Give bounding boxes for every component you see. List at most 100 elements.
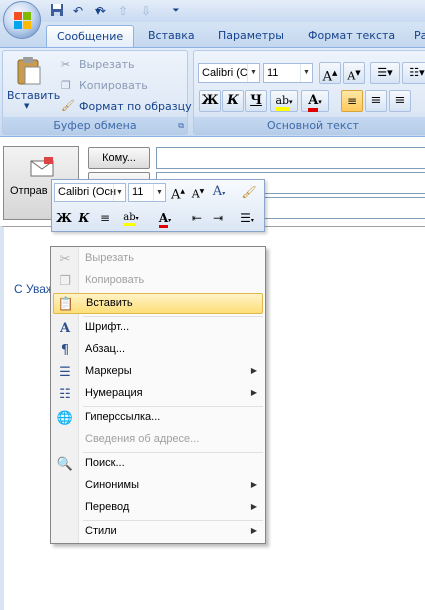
menu-item-font[interactable]: A Шрифт... — [53, 318, 263, 339]
format-painter-label: Формат по образцу — [79, 100, 192, 113]
tab-message[interactable]: Сообщение — [46, 25, 135, 47]
menu-item-numbering[interactable]: ☷ Нумерация ▶ — [53, 384, 263, 405]
mini-decrease-indent-button[interactable]: ⇤ — [188, 209, 206, 227]
mini-shrink-font-button[interactable]: A▼ — [189, 183, 207, 201]
office-button[interactable] — [3, 1, 41, 39]
tab-options[interactable]: Параметры — [208, 25, 294, 47]
basic-text-group-label: Основной текст — [194, 117, 425, 134]
menu-separator — [83, 520, 263, 521]
to-button[interactable]: Кому... — [88, 147, 150, 169]
clipboard-group-label: Буфер обмена ⧉ — [3, 117, 187, 134]
mini-center-button[interactable]: ≡ — [96, 209, 114, 227]
bullets-icon: ☰ — [59, 365, 71, 380]
dialog-launcher-icon[interactable]: ⧉ — [178, 117, 184, 134]
mini-toolbar: Calibri (Осн ▼ 11 ▼ A▲ A▼ A▾ 🖌 Ж К ≡ ab▾… — [51, 179, 265, 232]
font-size-combo[interactable]: 11 ▼ — [263, 63, 313, 83]
font-color-button[interactable]: A▾ — [301, 90, 329, 112]
mini-styles-button[interactable]: A▾ — [210, 183, 228, 201]
signature-text: С Уваж — [14, 282, 54, 296]
envelope-icon — [30, 157, 54, 177]
paste-dropdown-icon: ▼ — [24, 102, 30, 110]
chevron-down-icon: ▼ — [247, 64, 259, 82]
menu-item-hyperlink[interactable]: 🌐 Гиперссылка... — [53, 408, 263, 429]
submenu-arrow-icon: ▶ — [250, 502, 257, 511]
align-center-button[interactable]: ≡ — [365, 90, 387, 112]
chevron-down-icon: ▼ — [153, 184, 165, 201]
align-left-button[interactable]: ≡ — [341, 90, 363, 112]
redo-icon[interactable]: ↷ — [93, 3, 109, 19]
shrink-font-button[interactable]: A▼ — [343, 62, 365, 84]
tab-format-text[interactable]: Формат текста — [298, 25, 405, 47]
customize-toolbar-icon[interactable]: ⏷ — [168, 3, 184, 19]
bullets-button[interactable]: ☰▾ — [370, 62, 400, 84]
mini-bold-button[interactable]: Ж — [55, 209, 73, 227]
align-right-button[interactable]: ≡ — [389, 90, 411, 112]
highlight-button[interactable]: ab▾ — [270, 90, 298, 112]
menu-item-synonyms[interactable]: Синонимы ▶ — [53, 476, 263, 497]
to-field[interactable] — [156, 147, 425, 169]
highlighter-icon: ab — [123, 212, 136, 226]
submenu-arrow-icon: ▶ — [250, 388, 257, 397]
menu-item-cut: ✂ Вырезать — [53, 249, 263, 270]
menu-item-paste[interactable]: 📋 Вставить — [53, 293, 263, 314]
mini-italic-button[interactable]: К — [75, 209, 93, 227]
numbering-icon: ☷ — [59, 387, 71, 402]
menu-item-research[interactable]: 🔍 Поиск... — [53, 454, 263, 475]
clipboard-group: Вставить ▼ ✂ Вырезать ❐ Копировать 🖌 Фор… — [2, 50, 192, 135]
format-painter-button[interactable]: 🖌 Формат по образцу — [61, 98, 192, 116]
submenu-arrow-icon: ▶ — [250, 480, 257, 489]
scissors-icon: ✂ — [59, 252, 71, 267]
context-menu: ✂ Вырезать ❐ Копировать 📋 Вставить A Шри… — [50, 246, 266, 544]
menu-separator — [83, 316, 263, 317]
chevron-down-icon: ▼ — [113, 184, 125, 201]
tab-insert[interactable]: Вставка — [138, 25, 205, 47]
mini-highlight-button[interactable]: ab▾ — [118, 209, 144, 227]
align-left-icon: ≡ — [346, 94, 358, 108]
font-color-icon: A — [158, 211, 169, 228]
submenu-arrow-icon: ▶ — [250, 526, 257, 535]
copy-icon: ❐ — [59, 274, 71, 289]
paste-button[interactable]: Вставить ▼ — [5, 54, 60, 116]
mini-increase-indent-button[interactable]: ⇥ — [209, 209, 227, 227]
mini-font-combo[interactable]: Calibri (Осн ▼ — [54, 183, 126, 202]
font-name-combo[interactable]: Calibri (С ▼ — [198, 63, 260, 83]
menu-item-copy: ❐ Копировать — [53, 271, 263, 292]
underline-button[interactable]: Ч — [245, 90, 267, 112]
align-center-icon: ≡ — [370, 93, 382, 108]
copy-icon: ❐ — [61, 79, 71, 92]
basic-text-group: Calibri (С ▼ 11 ▼ A▲ A▼ ☰▾ ☷▾ Ж К Ч ab▾ … — [193, 50, 425, 135]
mini-size-combo[interactable]: 11 ▼ — [128, 183, 166, 202]
font-color-icon: A — [308, 93, 319, 112]
menu-item-address-info: Сведения об адресе... — [85, 433, 200, 445]
menu-separator — [83, 406, 263, 407]
grow-font-button[interactable]: A▲ — [319, 62, 341, 84]
send-label: Отправ — [10, 185, 48, 197]
title-bar: ↶ ▾ ↷ ⇧ ⇩ ⏷ — [0, 0, 425, 22]
menu-item-translate[interactable]: Перевод ▶ — [53, 498, 263, 519]
undo-icon[interactable]: ↶ — [70, 3, 86, 19]
menu-item-bullets[interactable]: ☰ Маркеры ▶ — [53, 362, 263, 383]
mini-format-painter-icon[interactable]: 🖌 — [240, 183, 258, 201]
cut-label: Вырезать — [79, 58, 135, 71]
menu-item-paragraph[interactable]: ¶ Абзац... — [53, 340, 263, 361]
copy-button: ❐ Копировать — [61, 77, 181, 95]
menu-item-styles[interactable]: Стили ▶ — [53, 522, 263, 543]
highlighter-icon: ab — [275, 94, 290, 111]
bold-button[interactable]: Ж — [199, 90, 221, 112]
mini-grow-font-button[interactable]: A▲ — [169, 183, 187, 202]
tab-review[interactable]: Ра — [404, 25, 425, 47]
mini-bullets-button[interactable]: ☰▾ — [232, 209, 262, 227]
cut-button: ✂ Вырезать — [61, 56, 181, 74]
scissors-icon: ✂ — [61, 58, 71, 71]
save-icon[interactable] — [49, 3, 65, 19]
down-arrow-icon: ⇩ — [140, 4, 152, 18]
numbering-button[interactable]: ☷▾ — [402, 62, 425, 84]
paste-icon: 📋 — [57, 297, 75, 312]
paste-label: Вставить — [7, 89, 61, 102]
research-icon: 🔍 — [56, 457, 74, 472]
format-painter-icon: 🖌 — [61, 99, 75, 112]
submenu-arrow-icon: ▶ — [250, 366, 257, 375]
copy-label: Копировать — [79, 79, 148, 92]
italic-button[interactable]: К — [222, 90, 244, 112]
mini-font-color-button[interactable]: A▾ — [152, 209, 178, 228]
